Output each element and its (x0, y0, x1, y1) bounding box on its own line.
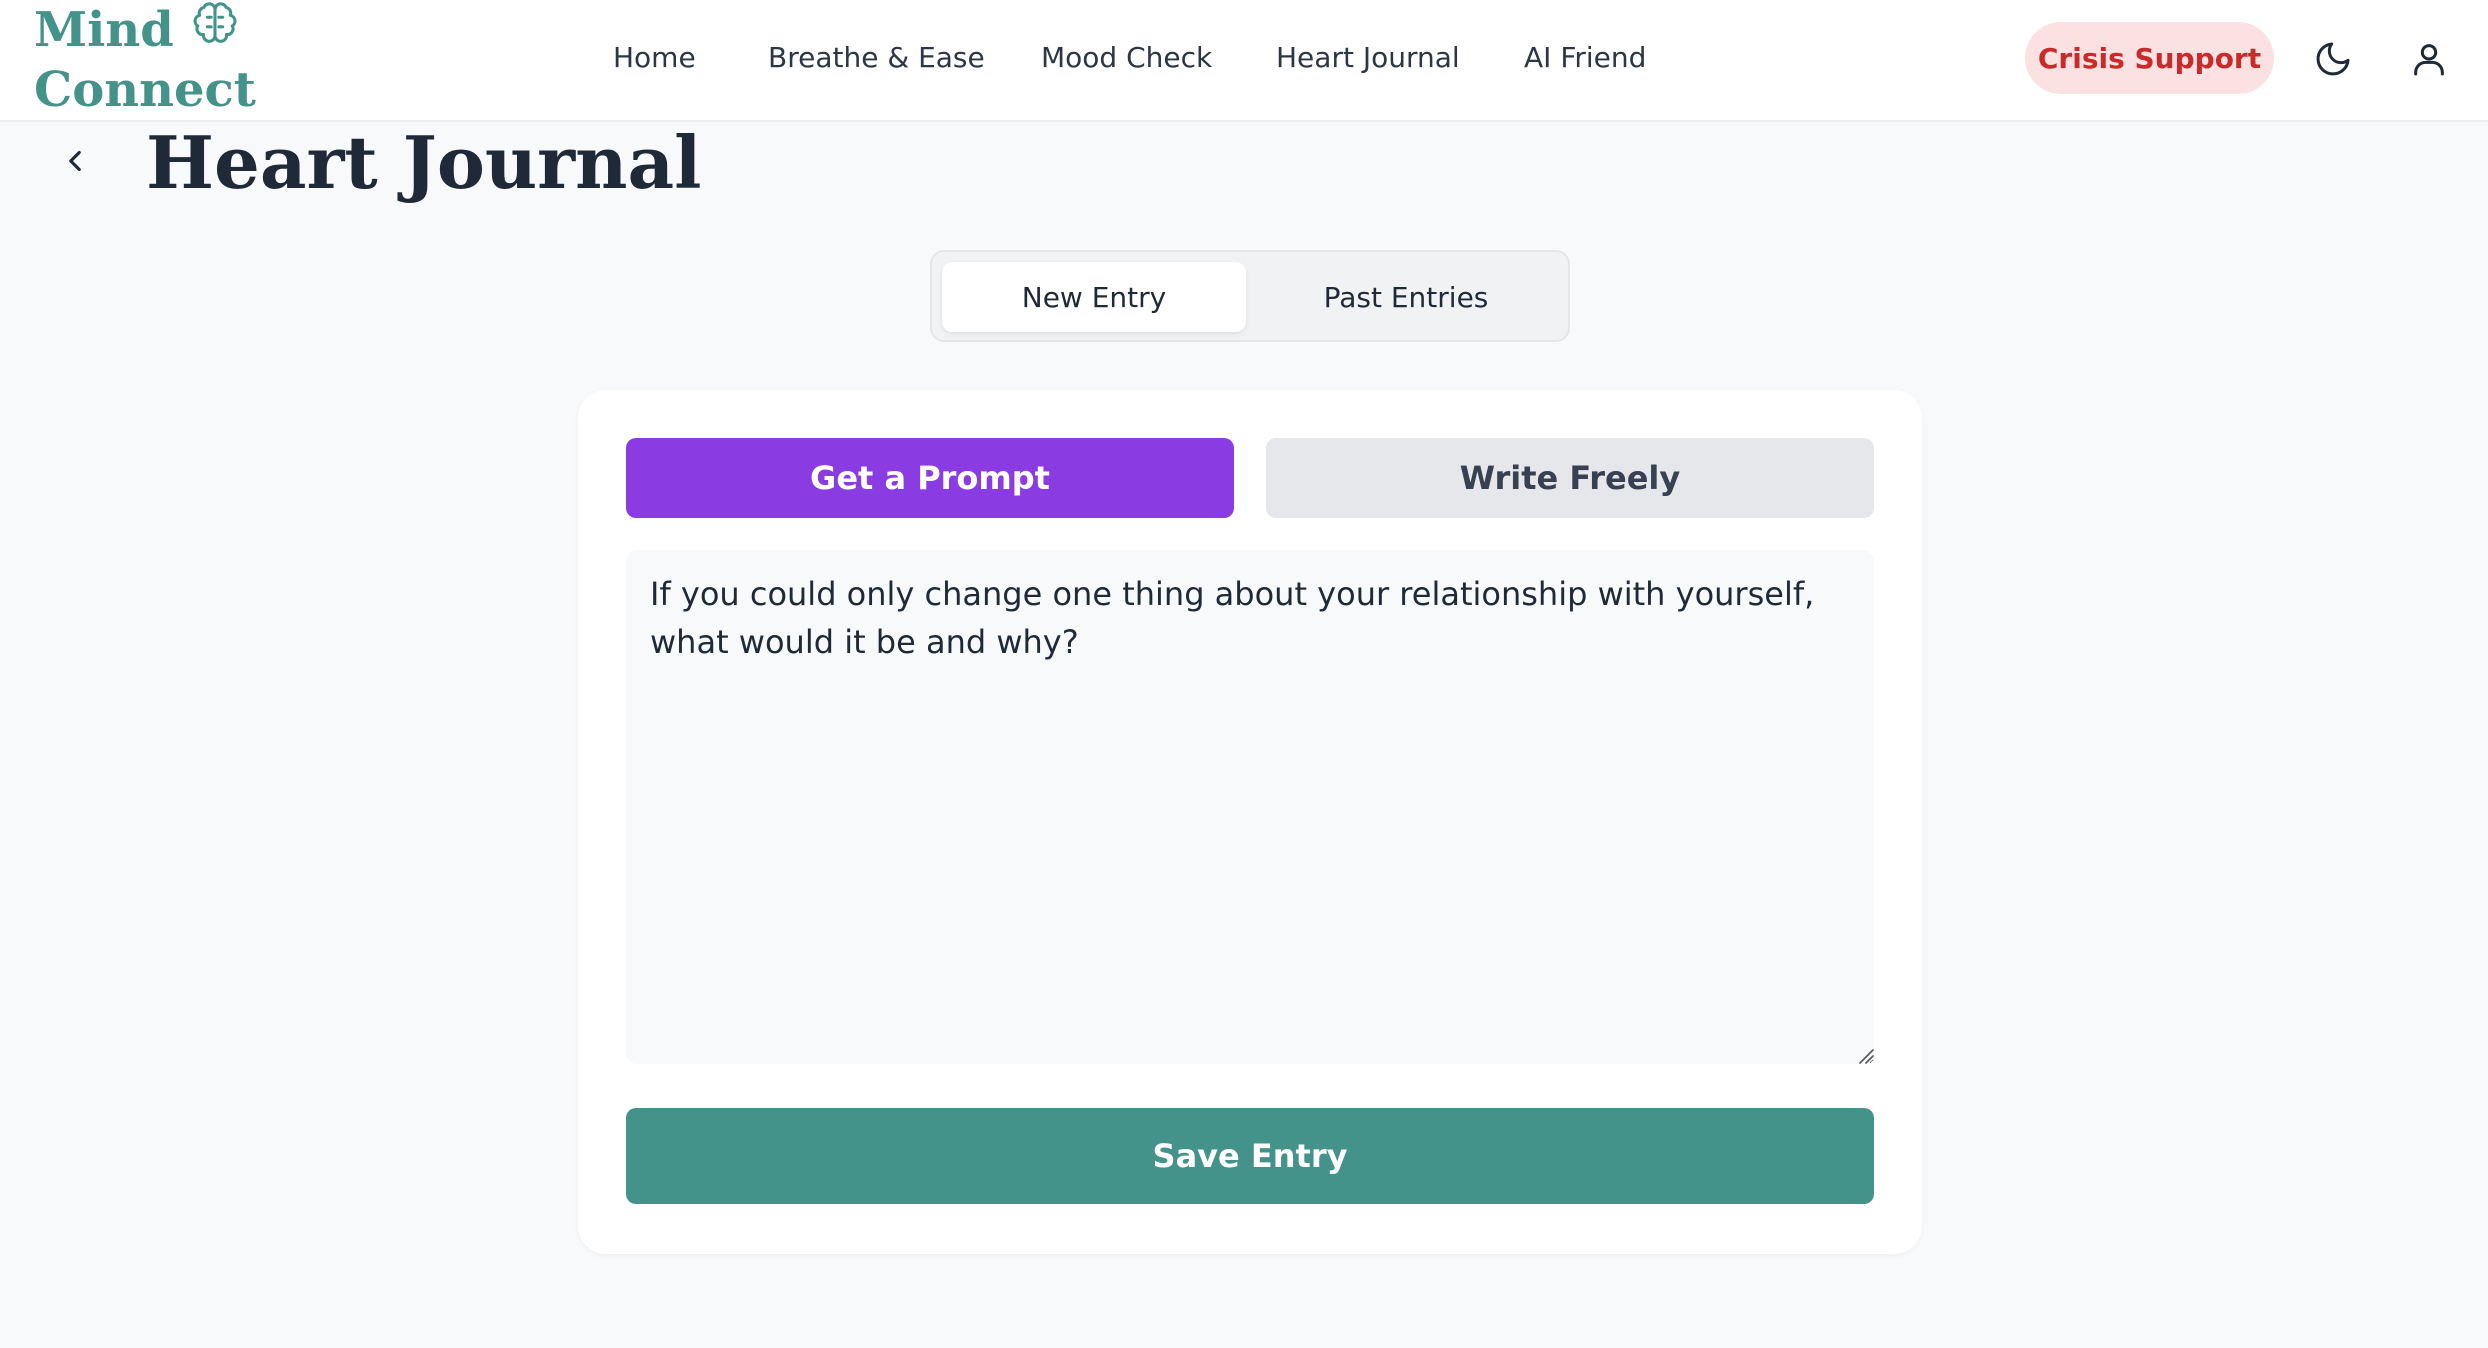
nav-item-mood-check[interactable]: Mood Check (1041, 38, 1212, 78)
nav-item-home[interactable]: Home (613, 38, 696, 78)
crisis-support-button[interactable]: Crisis Support (2025, 22, 2274, 94)
page-title: Heart Journal (146, 120, 702, 205)
nav-item-breathe-ease[interactable]: Breathe & Ease (768, 38, 985, 78)
chevron-left-icon[interactable] (52, 138, 98, 184)
journal-card: Get a Prompt Write Freely If you could o… (578, 390, 1922, 1254)
journal-entry-textarea[interactable]: If you could only change one thing about… (626, 550, 1874, 1064)
brand-logo[interactable]: Mind Connect (34, 0, 256, 120)
nav-item-heart-journal[interactable]: Heart Journal (1276, 38, 1460, 78)
brain-icon (192, 0, 238, 62)
resize-handle-icon[interactable] (1856, 1046, 1874, 1064)
top-nav-bar: Mind Connect Home Breathe & Ease Mood Ch… (0, 0, 2488, 122)
get-prompt-button[interactable]: Get a Prompt (626, 438, 1234, 518)
user-icon[interactable] (2404, 34, 2454, 84)
moon-icon[interactable] (2308, 34, 2358, 84)
nav-item-ai-friend[interactable]: AI Friend (1524, 38, 1646, 78)
brand-name-line1: Mind (34, 2, 174, 58)
brand-name-line2: Connect (34, 62, 256, 118)
tab-past-entries[interactable]: Past Entries (1254, 262, 1558, 332)
save-entry-button[interactable]: Save Entry (626, 1108, 1874, 1204)
write-freely-button[interactable]: Write Freely (1266, 438, 1874, 518)
tab-new-entry[interactable]: New Entry (942, 262, 1246, 332)
journal-tabs: New Entry Past Entries (930, 250, 1570, 342)
